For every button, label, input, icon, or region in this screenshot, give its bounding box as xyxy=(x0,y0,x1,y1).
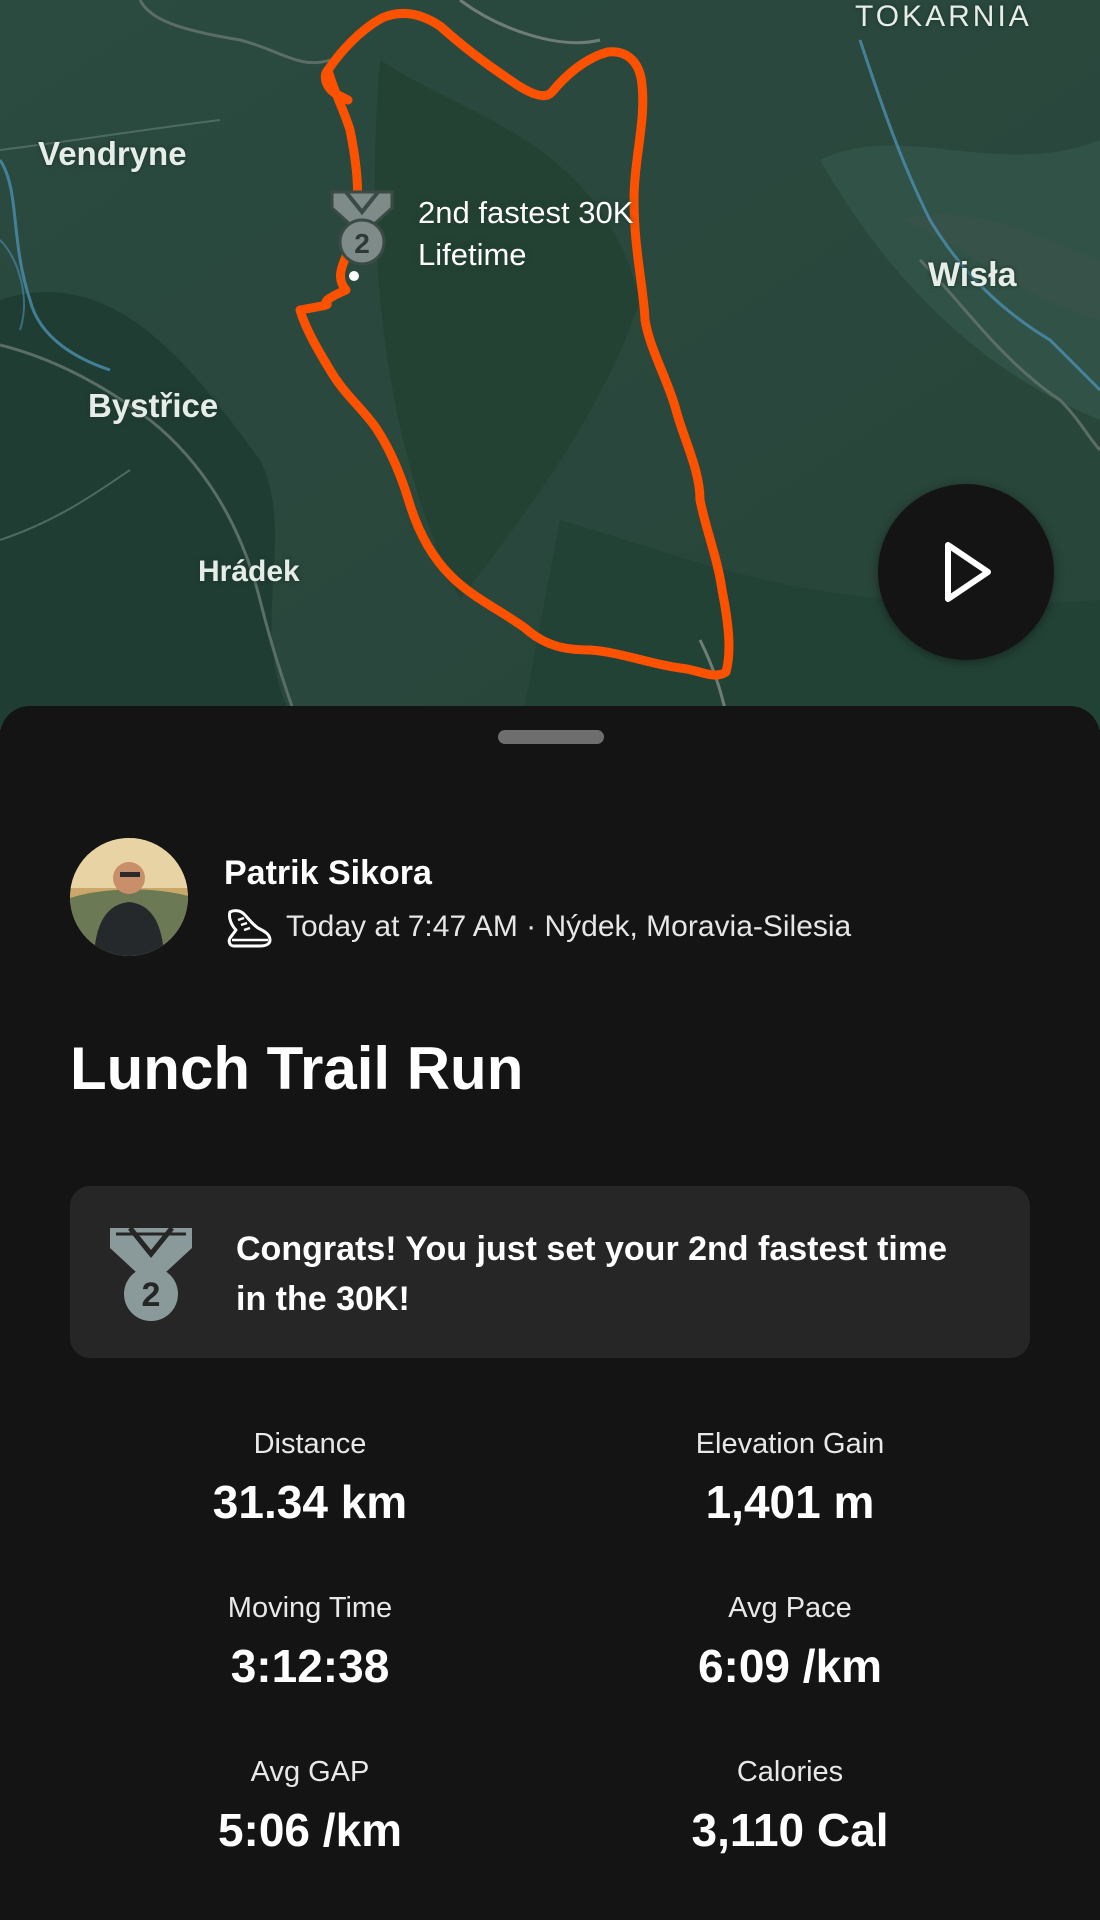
pr-marker-number: 2 xyxy=(354,228,370,259)
map-label-bystrice: Bystřice xyxy=(88,387,219,424)
achievement-message: Congrats! You just set your 2nd fastest … xyxy=(236,1230,947,1318)
pr-medal-marker-icon[interactable]: 2 xyxy=(326,186,398,268)
athlete-name[interactable]: Patrik Sikora xyxy=(224,854,432,893)
sheet-drag-handle[interactable] xyxy=(498,730,604,744)
medal-icon: 2 xyxy=(106,1224,196,1324)
stat-moving-time: Moving Time 3:12:38 xyxy=(70,1592,550,1693)
map-label-tokarnia: TOKARNIA xyxy=(855,0,1032,33)
stat-value: 6:09 /km xyxy=(697,1640,883,1692)
stat-label: Moving Time xyxy=(227,1592,393,1624)
avatar[interactable] xyxy=(70,838,188,956)
stat-value: 3:12:38 xyxy=(230,1640,390,1692)
stat-label: Distance xyxy=(253,1428,367,1460)
achievement-banner[interactable]: 2 Congrats! You just set your 2nd fastes… xyxy=(70,1186,1030,1358)
stat-distance: Distance 31.34 km xyxy=(70,1428,550,1529)
activity-title: Lunch Trail Run xyxy=(70,1035,524,1102)
pr-label-line2: Lifetime xyxy=(418,237,527,272)
pr-label-line1: 2nd fastest 30K xyxy=(418,195,634,230)
stat-calories: Calories 3,110 Cal xyxy=(550,1756,1030,1857)
medal-number: 2 xyxy=(142,1276,161,1314)
map-label-vendryne: Vendryne xyxy=(38,135,187,172)
activity-meta-text: Today at 7:47 AM · Nýdek, Moravia-Silesi… xyxy=(286,910,852,943)
route-map[interactable]: TOKARNIA Vendryne Wisła Bystřice Hrádek … xyxy=(0,0,1100,730)
map-label-hradek: Hrádek xyxy=(198,555,300,588)
athlete-header[interactable]: Patrik Sikora Today at 7:47 AM · Nýdek, … xyxy=(70,838,1030,958)
stat-avg-pace: Avg Pace 6:09 /km xyxy=(550,1592,1030,1693)
stat-value: 31.34 km xyxy=(212,1476,408,1528)
play-icon xyxy=(945,542,991,602)
pr-map-label: 2nd fastest 30K Lifetime xyxy=(418,192,633,276)
stat-value: 3,110 Cal xyxy=(691,1804,889,1856)
activity-details-sheet: Patrik Sikora Today at 7:47 AM · Nýdek, … xyxy=(0,706,1100,1920)
stat-label: Elevation Gain xyxy=(695,1428,885,1460)
stat-label: Avg GAP xyxy=(250,1756,370,1788)
stat-elevation-gain: Elevation Gain 1,401 m xyxy=(550,1428,1030,1529)
stat-value: 1,401 m xyxy=(705,1476,875,1528)
play-flyover-button[interactable] xyxy=(878,484,1054,660)
map-label-wisla: Wisła xyxy=(928,256,1017,294)
running-shoe-icon xyxy=(227,909,272,948)
activity-meta: Today at 7:47 AM · Nýdek, Moravia-Silesi… xyxy=(224,904,851,950)
activity-screen: TOKARNIA Vendryne Wisła Bystřice Hrádek … xyxy=(0,0,1100,1920)
stat-label: Calories xyxy=(736,1756,844,1788)
stat-label: Avg Pace xyxy=(728,1592,852,1624)
stat-value: 5:06 /km xyxy=(217,1804,403,1856)
stat-avg-gap: Avg GAP 5:06 /km xyxy=(70,1756,550,1857)
